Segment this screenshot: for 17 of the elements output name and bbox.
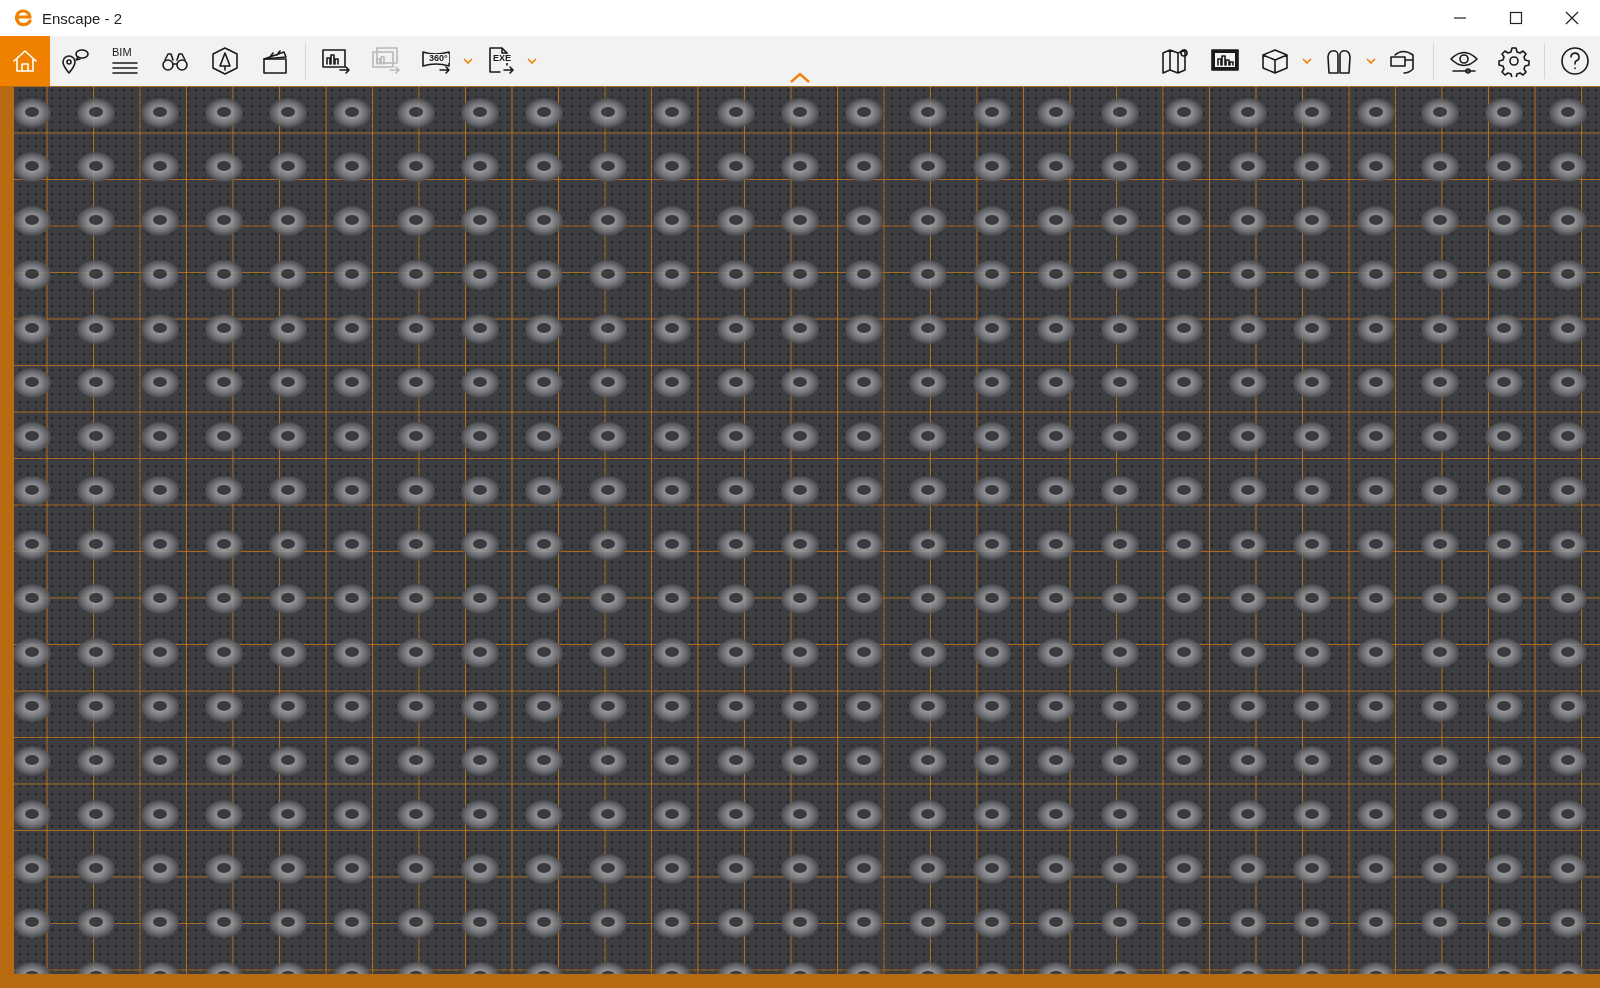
close-icon — [1565, 11, 1579, 25]
chevron-up-icon — [789, 72, 811, 84]
toolbar-button[interactable]: BIM — [100, 36, 150, 86]
maximize-icon — [1509, 11, 1523, 25]
tree-hexagon-icon — [209, 45, 241, 77]
caret-icon — [463, 58, 473, 64]
text-lines-icon — [109, 61, 141, 75]
app-logo-icon — [12, 7, 34, 29]
caret-icon — [527, 58, 537, 64]
batch-export-icon — [370, 45, 402, 77]
window-title: Enscape - 2 — [42, 9, 124, 27]
help-icon — [1559, 45, 1591, 77]
toolbar-button[interactable]: EXE — [475, 36, 525, 86]
caret-icon — [1302, 58, 1312, 64]
toolbar-button[interactable]: 360° — [411, 36, 461, 86]
settings-icon — [1498, 45, 1530, 77]
caret-icon — [1366, 58, 1376, 64]
